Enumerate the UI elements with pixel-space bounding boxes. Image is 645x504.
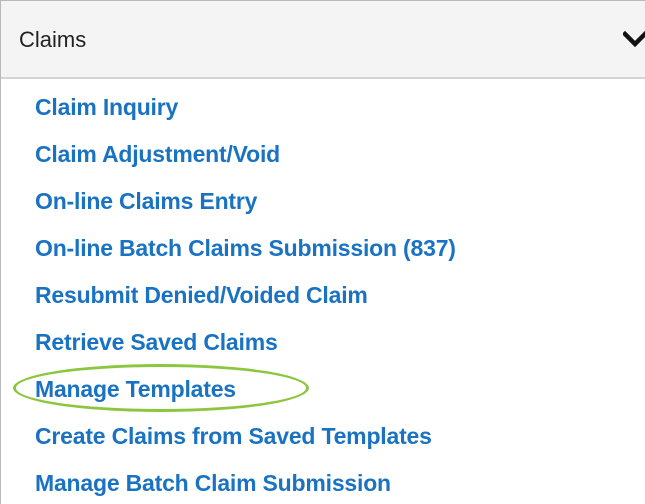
link-online-claims-entry[interactable]: On-line Claims Entry	[35, 186, 257, 216]
link-claim-inquiry[interactable]: Claim Inquiry	[35, 92, 178, 122]
claims-panel: Claims Claim Inquiry Claim Adjustment/Vo…	[0, 0, 645, 504]
panel-header[interactable]: Claims	[1, 1, 645, 79]
link-manage-batch-claim-submission[interactable]: Manage Batch Claim Submission	[35, 468, 391, 498]
link-resubmit-denied-voided-claim[interactable]: Resubmit Denied/Voided Claim	[35, 280, 368, 310]
link-create-claims-from-saved-templates[interactable]: Create Claims from Saved Templates	[35, 421, 432, 451]
link-retrieve-saved-claims[interactable]: Retrieve Saved Claims	[35, 327, 278, 357]
link-claim-adjustment-void[interactable]: Claim Adjustment/Void	[35, 139, 280, 169]
panel-title: Claims	[19, 27, 87, 52]
link-online-batch-claims-submission[interactable]: On-line Batch Claims Submission (837)	[35, 233, 456, 263]
chevron-down-icon[interactable]	[623, 31, 645, 47]
link-manage-templates[interactable]: Manage Templates	[35, 374, 236, 404]
